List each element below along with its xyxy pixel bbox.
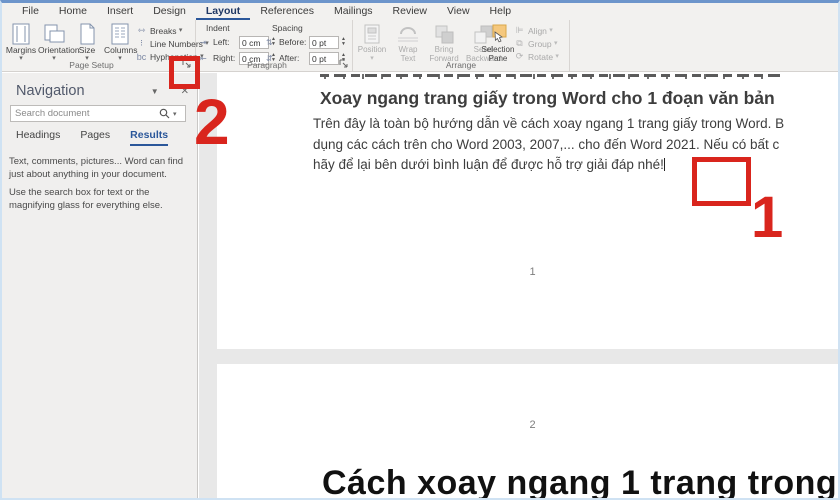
- position-icon: [355, 22, 389, 46]
- nav-help-text-1: Text, comments, pictures... Word can fin…: [9, 156, 184, 180]
- tab-design[interactable]: Design: [143, 3, 196, 20]
- nav-tab-pages[interactable]: Pages: [80, 129, 110, 146]
- group-arrange: Position ▾ Wrap Text Bring Forward Send: [353, 20, 570, 71]
- selection-pane-button[interactable]: Selection Pane: [481, 22, 515, 63]
- margins-icon: [5, 22, 37, 46]
- group-icon: ⧉: [516, 38, 523, 48]
- group-page-setup: Margins ▾ Orientation ▾ Size ▾ Columns ▾…: [2, 20, 209, 71]
- bring-forward-icon: [427, 22, 461, 46]
- tab-layout[interactable]: Layout: [195, 3, 251, 20]
- tab-insert[interactable]: Insert: [97, 3, 143, 20]
- selection-pane-icon: [481, 22, 515, 46]
- tab-home[interactable]: Home: [49, 3, 97, 20]
- nav-tab-results[interactable]: Results: [130, 129, 169, 146]
- paragraph-dialog-launcher[interactable]: [339, 59, 349, 69]
- spacing-before-stepper[interactable]: ▲ ▼: [339, 36, 348, 49]
- indent-left-input[interactable]: 0 cm: [239, 35, 269, 49]
- line-numbers-icon: ⁝: [140, 38, 143, 48]
- search-icon[interactable]: [159, 108, 173, 119]
- ribbon-tab-row: File Home Insert Design Layout Reference…: [2, 3, 838, 20]
- navigation-pane: Navigation ▼ ✕ ▾ Headings Pages Results …: [2, 73, 198, 498]
- clipped-text-line: [320, 74, 780, 79]
- align-button: ⊫ Align ▾: [513, 24, 559, 37]
- chevron-down-icon[interactable]: ▼: [151, 87, 159, 96]
- size-icon: [71, 22, 103, 46]
- document-page-2[interactable]: 2 Cách xoay ngang 1 trang trong: [217, 364, 838, 498]
- wrap-text-icon: [391, 22, 425, 46]
- navigation-pane-title: Navigation: [16, 83, 85, 99]
- indent-left-icon: ⇥: [200, 37, 207, 47]
- group-button: ⧉ Group ▾: [513, 37, 559, 50]
- align-icon: ⊫: [515, 25, 524, 35]
- document-heading-1: Xoay ngang trang giấy trong Word cho 1 đ…: [320, 88, 775, 108]
- paragraph-line: Trên đây là toàn bộ hướng dẫn về cách xo…: [313, 116, 785, 131]
- orientation-icon: [38, 22, 70, 46]
- orientation-button[interactable]: Orientation ▾: [38, 22, 80, 62]
- search-input[interactable]: [11, 108, 159, 119]
- bring-forward-button: Bring Forward: [427, 22, 461, 63]
- tab-review[interactable]: Review: [383, 3, 437, 20]
- annotation-number-1: 1: [751, 185, 784, 250]
- page-number-2: 2: [529, 419, 536, 431]
- tab-references[interactable]: References: [250, 3, 324, 20]
- document-heading-2: Cách xoay ngang 1 trang trong: [322, 464, 838, 498]
- columns-button[interactable]: Columns ▾: [104, 22, 138, 62]
- breaks-icon: ⇿: [137, 25, 146, 35]
- spacing-before-icon: ⇅: [266, 37, 273, 47]
- tab-file[interactable]: File: [12, 3, 49, 20]
- wrap-text-button: Wrap Text: [391, 22, 425, 63]
- document-canvas[interactable]: Xoay ngang trang giấy trong Word cho 1 đ…: [199, 73, 838, 498]
- page-number-1: 1: [529, 266, 536, 278]
- nav-help-text-2: Use the search box for text or the magni…: [9, 187, 163, 211]
- text-cursor: [663, 158, 665, 171]
- annotation-number-2: 2: [194, 86, 230, 158]
- search-box[interactable]: ▾: [10, 105, 186, 122]
- paragraph-line: dụng các cách trên cho Word 2003, 2007,.…: [313, 136, 780, 152]
- position-button: Position ▾: [355, 22, 389, 62]
- group-paragraph: Indent Spacing ⇥ Left: 0 cm ▲ ▼ ⇤ Right: …: [196, 20, 353, 71]
- spacing-before-input[interactable]: 0 pt: [309, 35, 339, 49]
- tab-view[interactable]: View: [437, 3, 480, 20]
- annotation-box-step1: [692, 157, 751, 206]
- columns-icon: [104, 22, 136, 46]
- margins-button[interactable]: Margins ▾: [5, 22, 37, 62]
- tab-help[interactable]: Help: [480, 3, 522, 20]
- nav-tab-headings[interactable]: Headings: [16, 129, 60, 146]
- tab-mailings[interactable]: Mailings: [324, 3, 383, 20]
- ribbon: File Home Insert Design Layout Reference…: [2, 3, 838, 72]
- document-page-1[interactable]: Xoay ngang trang giấy trong Word cho 1 đ…: [217, 73, 838, 349]
- size-button[interactable]: Size ▾: [71, 22, 103, 62]
- chevron-down-icon[interactable]: ▾: [173, 110, 185, 118]
